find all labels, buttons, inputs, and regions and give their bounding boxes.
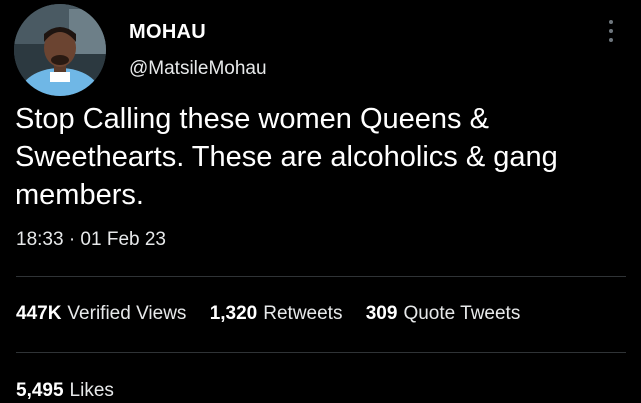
quote-tweets-label: Quote Tweets	[403, 303, 521, 324]
engagement-stats: 447K Verified Views 1,320 Retweets 309 Quot…	[16, 303, 538, 325]
retweets-stat[interactable]: 1,320 Retweets	[210, 303, 343, 325]
tweet-text: Stop Calling these women Queens & Sweeth…	[15, 103, 558, 211]
likes-stat[interactable]: 5,495 Likes	[16, 380, 114, 402]
user-handle[interactable]: @MatsileMohau	[129, 58, 267, 80]
retweets-label: Retweets	[263, 303, 343, 324]
divider	[16, 276, 626, 277]
likes-label: Likes	[69, 380, 114, 401]
divider	[16, 352, 626, 353]
tweet-timestamp[interactable]: 18:33 · 01 Feb 23	[16, 229, 166, 251]
views-count: 447K	[16, 303, 62, 324]
tweet-container: MOHAU @MatsileMohau Stop Calling these w…	[0, 0, 641, 403]
quote-tweets-count: 309	[365, 303, 398, 324]
more-options-icon[interactable]	[605, 18, 619, 44]
avatar[interactable]	[14, 4, 106, 96]
views-stat[interactable]: 447K Verified Views	[16, 303, 186, 325]
retweets-count: 1,320	[209, 303, 258, 324]
views-label: Verified Views	[67, 303, 187, 324]
likes-count: 5,495	[16, 380, 64, 401]
display-name[interactable]: MOHAU	[129, 21, 206, 44]
profile-photo-icon	[14, 4, 106, 96]
quote-tweets-stat[interactable]: 309 Quote Tweets	[366, 303, 521, 325]
